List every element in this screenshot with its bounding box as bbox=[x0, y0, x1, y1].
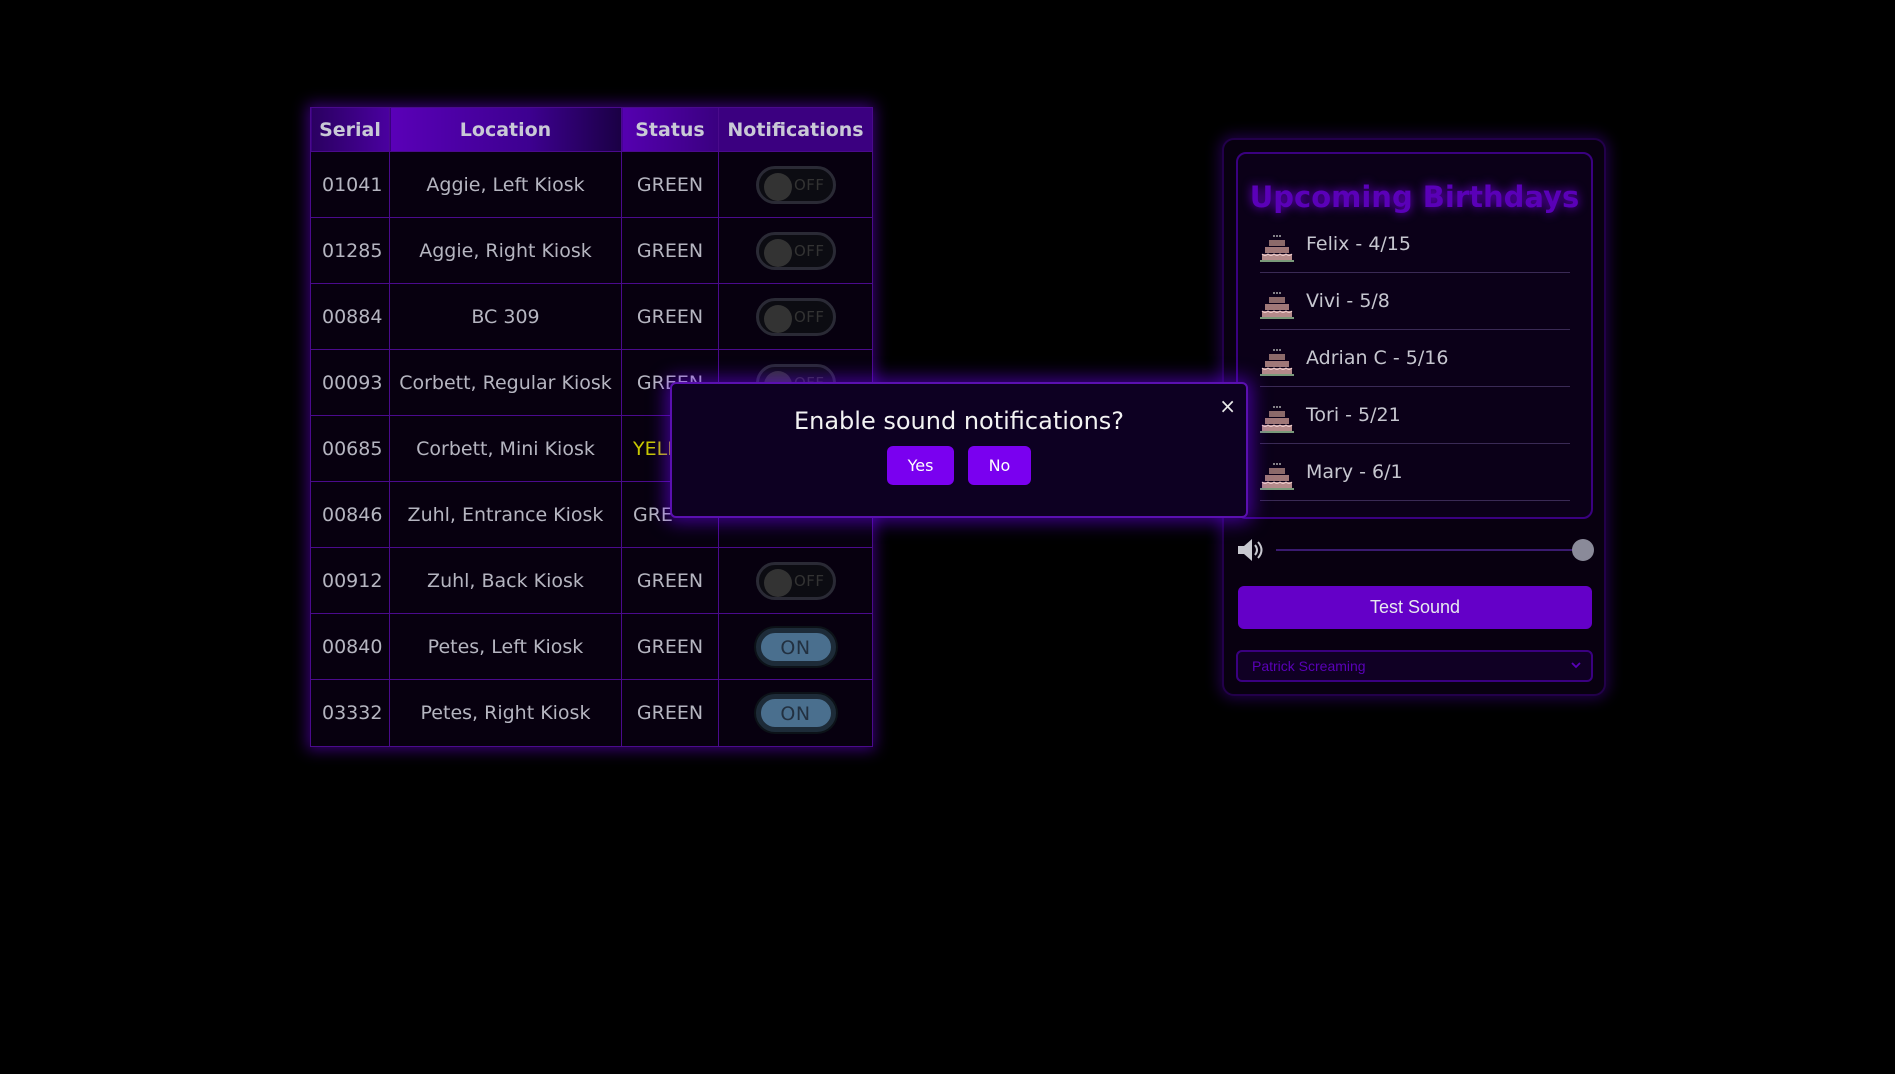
serial-cell: 00912 bbox=[310, 547, 390, 614]
dialog-buttons: Yes No bbox=[672, 446, 1246, 485]
birthday-text: Mary - 6/1 bbox=[1306, 461, 1403, 483]
table-row: 01041 Aggie, Left Kiosk GREEN OFF bbox=[310, 151, 873, 218]
birthday-text: Felix - 4/15 bbox=[1306, 233, 1411, 255]
serial-cell: 00846 bbox=[310, 481, 390, 548]
status-cell: GREEN bbox=[621, 151, 719, 218]
toggle-label: OFF bbox=[793, 175, 825, 194]
location-cell: Zuhl, Back Kiosk bbox=[389, 547, 622, 614]
sound-select-value: Patrick Screaming bbox=[1252, 658, 1366, 674]
status-cell: GREEN bbox=[621, 217, 719, 284]
table-row: 00884 BC 309 GREEN OFF bbox=[310, 283, 873, 350]
table-row: 03332 Petes, Right Kiosk GREEN ON bbox=[310, 679, 873, 747]
test-sound-button[interactable]: Test Sound bbox=[1238, 586, 1592, 629]
volume-slider-thumb[interactable] bbox=[1572, 539, 1594, 561]
birthdays-title: Upcoming Birthdays bbox=[1249, 180, 1580, 214]
no-button[interactable]: No bbox=[967, 446, 1032, 485]
toggle-label: OFF bbox=[793, 241, 825, 260]
notification-cell: OFF bbox=[718, 283, 873, 350]
notification-cell: ON bbox=[718, 613, 873, 680]
birthday-cake-icon bbox=[1260, 406, 1294, 433]
dialog-title: Enable sound notifications? bbox=[793, 407, 1125, 435]
list-item: Adrian C - 5/16 bbox=[1260, 330, 1570, 387]
location-cell: Petes, Left Kiosk bbox=[389, 613, 622, 680]
birthday-cake-icon bbox=[1260, 463, 1294, 490]
sound-select[interactable]: Patrick Screaming bbox=[1236, 650, 1593, 682]
toggle-label: ON bbox=[780, 636, 811, 659]
status-cell: GREEN bbox=[621, 613, 719, 680]
sound-notification-dialog: × Enable sound notifications? Yes No bbox=[670, 382, 1248, 518]
status-cell: GREEN bbox=[621, 283, 719, 350]
location-cell: Zuhl, Entrance Kiosk bbox=[389, 481, 622, 548]
notification-cell: OFF bbox=[718, 217, 873, 284]
birthday-text: Adrian C - 5/16 bbox=[1306, 347, 1449, 369]
location-cell: Corbett, Mini Kiosk bbox=[389, 415, 622, 482]
list-item: Tori - 5/21 bbox=[1260, 387, 1570, 444]
header-notifications: Notifications bbox=[718, 107, 873, 152]
notification-toggle[interactable]: ON bbox=[755, 694, 836, 732]
header-serial: Serial bbox=[310, 107, 390, 152]
location-cell: Aggie, Left Kiosk bbox=[389, 151, 622, 218]
notification-cell: OFF bbox=[718, 547, 873, 614]
side-panel: Upcoming Birthdays Felix - 4/15 Vivi - 5… bbox=[1222, 138, 1606, 696]
toggle-knob bbox=[763, 304, 792, 333]
header-status: Status bbox=[621, 107, 719, 152]
toggle-label: OFF bbox=[793, 571, 825, 590]
toggle-knob bbox=[763, 238, 792, 267]
birthday-cake-icon bbox=[1260, 235, 1294, 262]
volume-control bbox=[1236, 535, 1594, 565]
serial-cell: 03332 bbox=[310, 679, 390, 747]
chevron-down-icon bbox=[1571, 662, 1581, 669]
notification-toggle[interactable]: OFF bbox=[755, 231, 836, 270]
header-location: Location bbox=[389, 107, 622, 152]
notification-toggle[interactable]: ON bbox=[755, 627, 836, 666]
location-cell: Petes, Right Kiosk bbox=[389, 679, 622, 747]
birthday-text: Vivi - 5/8 bbox=[1306, 290, 1390, 312]
toggle-knob bbox=[763, 568, 792, 597]
location-cell: BC 309 bbox=[389, 283, 622, 350]
birthdays-list: Felix - 4/15 Vivi - 5/8 Adrian C - 5/16 … bbox=[1260, 216, 1570, 501]
location-cell: Aggie, Right Kiosk bbox=[389, 217, 622, 284]
list-item: Felix - 4/15 bbox=[1260, 216, 1570, 273]
birthday-text: Tori - 5/21 bbox=[1306, 404, 1401, 426]
birthday-cake-icon bbox=[1260, 292, 1294, 319]
volume-slider[interactable] bbox=[1276, 539, 1594, 561]
serial-cell: 00840 bbox=[310, 613, 390, 680]
speaker-icon[interactable] bbox=[1236, 535, 1266, 565]
toggle-label: ON bbox=[780, 703, 811, 725]
status-cell: GREEN bbox=[621, 547, 719, 614]
yes-button[interactable]: Yes bbox=[886, 446, 955, 485]
toggle-label: OFF bbox=[793, 307, 825, 326]
location-cell: Corbett, Regular Kiosk bbox=[389, 349, 622, 416]
serial-cell: 00685 bbox=[310, 415, 390, 482]
table-row: 00840 Petes, Left Kiosk GREEN ON bbox=[310, 613, 873, 680]
list-item: Vivi - 5/8 bbox=[1260, 273, 1570, 330]
status-cell: GREEN bbox=[621, 679, 719, 747]
table-row: 01285 Aggie, Right Kiosk GREEN OFF bbox=[310, 217, 873, 284]
serial-cell: 01041 bbox=[310, 151, 390, 218]
notification-toggle[interactable]: OFF bbox=[755, 165, 836, 204]
list-item: Mary - 6/1 bbox=[1260, 444, 1570, 501]
serial-cell: 00884 bbox=[310, 283, 390, 350]
toggle-knob bbox=[763, 172, 792, 201]
table-row: 00912 Zuhl, Back Kiosk GREEN OFF bbox=[310, 547, 873, 614]
notification-toggle[interactable]: OFF bbox=[755, 297, 836, 336]
table-header-row: Serial Location Status Notifications bbox=[310, 107, 873, 152]
serial-cell: 00093 bbox=[310, 349, 390, 416]
serial-cell: 01285 bbox=[310, 217, 390, 284]
notification-cell: ON bbox=[718, 679, 873, 747]
birthdays-card: Upcoming Birthdays Felix - 4/15 Vivi - 5… bbox=[1236, 152, 1593, 519]
notification-toggle[interactable]: OFF bbox=[755, 561, 836, 600]
birthday-cake-icon bbox=[1260, 349, 1294, 376]
notification-cell: OFF bbox=[718, 151, 873, 218]
